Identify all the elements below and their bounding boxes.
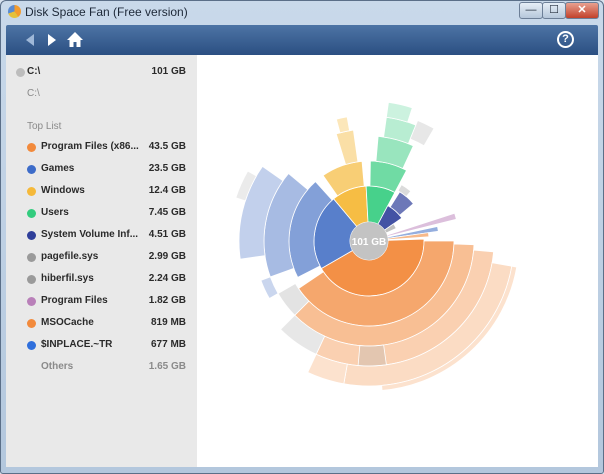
title-bar: Disk Space Fan (Free version) — ☐ ✕ [1,1,603,23]
toplist-heading: Top List [27,121,62,132]
toplist-item[interactable]: Program Files 1.82 GB [6,293,197,309]
item-name: Program Files [41,295,108,306]
center-size-label: 101 GB [352,237,386,248]
toplist-item[interactable]: Games 23.5 GB [6,161,197,177]
app-icon [8,5,21,18]
home-icon[interactable] [66,31,84,49]
item-name: pagefile.sys [41,251,99,262]
item-size: 2.99 GB [148,251,186,262]
color-dot [27,231,36,240]
item-size: 43.5 GB [148,141,186,152]
color-dot [27,143,36,152]
toplist-item[interactable]: System Volume Inf... 4.51 GB [6,227,197,243]
toplist-item[interactable]: pagefile.sys 2.99 GB [6,249,197,265]
main-area: C:\ 101 GB C:\ Top List Program Files (x… [6,55,598,467]
app-window: Disk Space Fan (Free version) — ☐ ✕ ? C:… [0,0,604,474]
color-dot [27,209,36,218]
color-dot [27,319,36,328]
item-size: 819 MB [150,317,186,328]
drive-dot [16,68,25,77]
sunburst-segment[interactable] [357,344,387,367]
item-size: 2.24 GB [148,273,186,284]
drive-name[interactable]: C:\ [27,66,40,77]
toplist-others[interactable]: Others 1.65 GB [6,359,197,375]
item-name: $INPLACE.~TR [41,339,113,350]
item-name: Windows [41,185,85,196]
item-size: 1.65 GB [148,361,186,372]
sidebar: C:\ 101 GB C:\ Top List Program Files (x… [6,55,197,467]
color-dot [27,275,36,284]
sunburst-segment[interactable] [260,276,279,300]
color-dot [27,297,36,306]
item-name: Others [41,361,74,372]
sunburst-segment[interactable] [335,116,351,134]
item-name: Users [41,207,69,218]
window-title: Disk Space Fan (Free version) [25,5,188,19]
disk-usage-sunburst[interactable]: 101 GB [197,55,598,467]
drive-size: 101 GB [151,66,186,77]
maximize-button[interactable]: ☐ [542,2,566,19]
item-size: 1.82 GB [148,295,186,306]
toplist-item[interactable]: hiberfil.sys 2.24 GB [6,271,197,287]
item-size: 7.45 GB [148,207,186,218]
item-size: 4.51 GB [148,229,186,240]
color-dot [27,253,36,262]
toplist-item[interactable]: MSOCache 819 MB [6,315,197,331]
toolbar: ? [6,25,598,55]
item-name: System Volume Inf... [41,229,139,240]
color-dot [27,165,36,174]
item-size: 12.4 GB [148,185,186,196]
color-dot [27,187,36,196]
sunburst-segment[interactable] [335,129,359,165]
forward-arrow-icon[interactable] [48,34,56,46]
back-arrow-icon[interactable] [26,34,34,46]
current-path: C:\ [27,88,40,99]
item-name: MSOCache [41,317,94,328]
toplist-item[interactable]: Users 7.45 GB [6,205,197,221]
item-size: 23.5 GB [148,163,186,174]
item-name: Program Files (x86... [41,141,139,152]
toplist-item[interactable]: Program Files (x86... 43.5 GB [6,139,197,155]
toplist-item[interactable]: $INPLACE.~TR 677 MB [6,337,197,353]
item-name: Games [41,163,75,174]
item-name: hiberfil.sys [41,273,94,284]
minimize-button[interactable]: — [519,2,543,19]
item-size: 677 MB [150,339,186,350]
toplist-item[interactable]: Windows 12.4 GB [6,183,197,199]
close-button[interactable]: ✕ [565,2,599,19]
color-dot [27,341,36,350]
help-icon[interactable]: ? [557,31,574,48]
